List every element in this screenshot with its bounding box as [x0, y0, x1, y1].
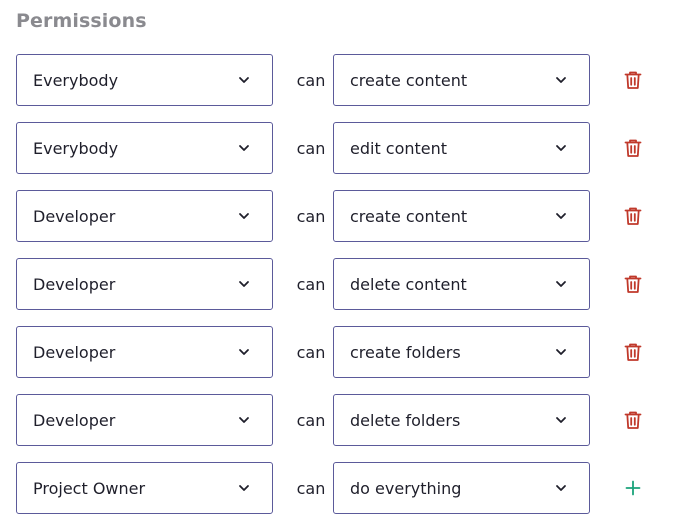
role-select[interactable]: Developer	[16, 326, 273, 378]
role-select[interactable]: Project Owner	[16, 462, 273, 514]
chevron-down-icon	[238, 144, 250, 152]
permission-select-value: delete folders	[350, 410, 461, 430]
can-label: can	[296, 138, 326, 158]
permission-select-value: edit content	[350, 138, 448, 158]
can-label: can	[296, 342, 326, 362]
role-select-value: Everybody	[33, 138, 119, 158]
permission-select[interactable]: create content	[333, 54, 590, 106]
trash-icon	[624, 410, 642, 430]
delete-permission-button[interactable]	[618, 201, 648, 231]
can-label: can	[296, 274, 326, 294]
chevron-down-icon	[555, 484, 567, 492]
chevron-down-icon	[238, 76, 250, 84]
permission-select-value: create folders	[350, 342, 461, 362]
role-select-value: Developer	[33, 342, 116, 362]
role-select[interactable]: Everybody	[16, 122, 273, 174]
trash-icon	[624, 274, 642, 294]
role-select-value: Developer	[33, 274, 116, 294]
trash-icon	[624, 206, 642, 226]
permissions-list: Everybody can create content Everybody can ed…	[16, 54, 656, 530]
delete-permission-button[interactable]	[618, 337, 648, 367]
role-select[interactable]: Developer	[16, 258, 273, 310]
chevron-down-icon	[555, 212, 567, 220]
permission-row: Project Owner can do everything	[16, 462, 656, 514]
permission-select[interactable]: create content	[333, 190, 590, 242]
trash-icon	[624, 342, 642, 362]
chevron-down-icon	[555, 144, 567, 152]
permission-select[interactable]: delete content	[333, 258, 590, 310]
chevron-down-icon	[238, 348, 250, 356]
role-select[interactable]: Everybody	[16, 54, 273, 106]
role-select[interactable]: Developer	[16, 190, 273, 242]
delete-permission-button[interactable]	[618, 133, 648, 163]
permission-select[interactable]: do everything	[333, 462, 590, 514]
permission-row: Everybody can edit content	[16, 122, 656, 174]
chevron-down-icon	[555, 348, 567, 356]
permission-select[interactable]: edit content	[333, 122, 590, 174]
permission-select-value: do everything	[350, 478, 462, 498]
role-select-value: Everybody	[33, 70, 119, 90]
delete-permission-button[interactable]	[618, 65, 648, 95]
can-label: can	[296, 70, 326, 90]
chevron-down-icon	[555, 280, 567, 288]
chevron-down-icon	[238, 484, 250, 492]
chevron-down-icon	[555, 416, 567, 424]
role-select-value: Developer	[33, 410, 116, 430]
permission-row: Developer can delete folders	[16, 394, 656, 446]
permission-select-value: create content	[350, 206, 468, 226]
plus-icon	[625, 480, 641, 496]
role-select-value: Developer	[33, 206, 116, 226]
add-permission-button[interactable]	[618, 473, 648, 503]
can-label: can	[296, 206, 326, 226]
chevron-down-icon	[238, 212, 250, 220]
role-select-value: Project Owner	[33, 478, 146, 498]
delete-permission-button[interactable]	[618, 269, 648, 299]
chevron-down-icon	[238, 416, 250, 424]
chevron-down-icon	[238, 280, 250, 288]
trash-icon	[624, 138, 642, 158]
delete-permission-button[interactable]	[618, 405, 648, 435]
can-label: can	[296, 478, 326, 498]
permission-select[interactable]: delete folders	[333, 394, 590, 446]
permission-row: Developer can create folders	[16, 326, 656, 378]
trash-icon	[624, 70, 642, 90]
permission-row: Developer can delete content	[16, 258, 656, 310]
role-select[interactable]: Developer	[16, 394, 273, 446]
permission-select[interactable]: create folders	[333, 326, 590, 378]
permission-row: Developer can create content	[16, 190, 656, 242]
permission-select-value: create content	[350, 70, 468, 90]
can-label: can	[296, 410, 326, 430]
permission-row: Everybody can create content	[16, 54, 656, 106]
permission-select-value: delete content	[350, 274, 467, 294]
chevron-down-icon	[555, 76, 567, 84]
page-title: Permissions	[16, 10, 147, 32]
